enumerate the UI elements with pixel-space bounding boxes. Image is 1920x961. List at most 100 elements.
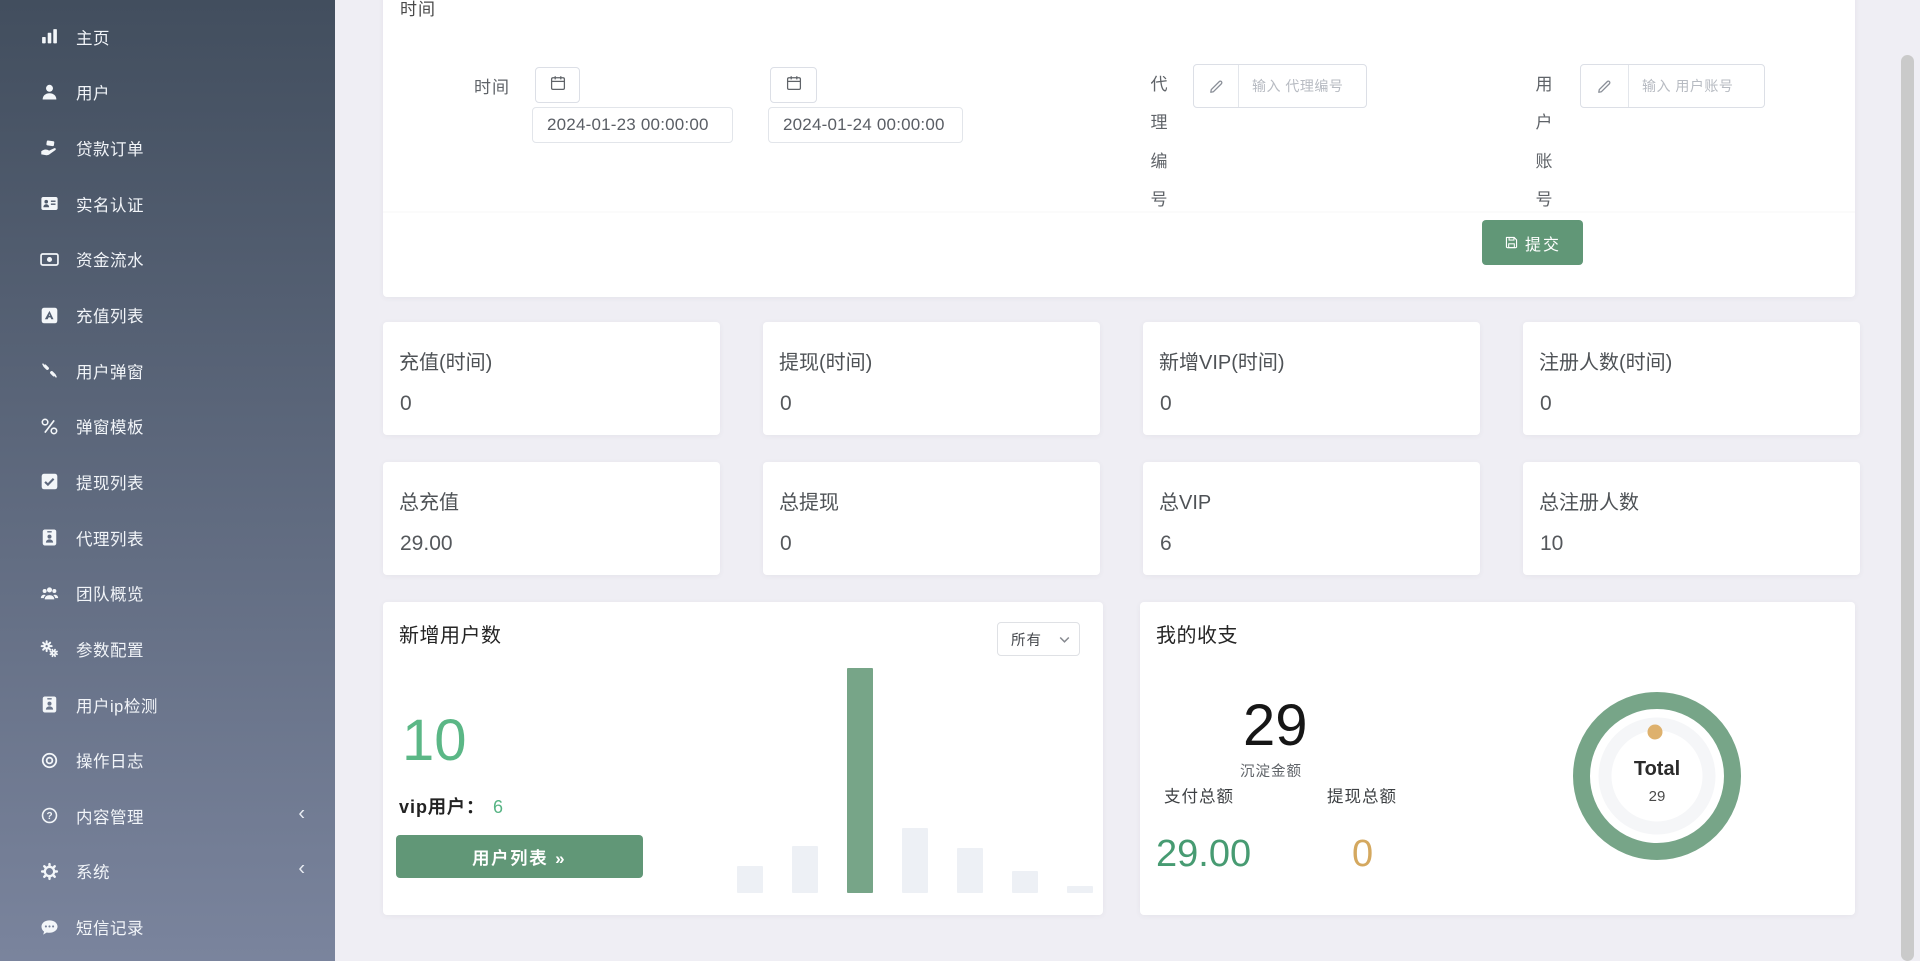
users-group-icon [40, 584, 59, 603]
sidebar-item-label: 用户ip检测 [76, 693, 158, 717]
stat-card-title: 总VIP [1159, 486, 1211, 515]
vault-icon [40, 306, 59, 325]
stat-card: 提现(时间)0 [763, 322, 1100, 435]
sidebar-item-label: 提现列表 [76, 470, 144, 494]
svg-text:?: ? [46, 811, 52, 822]
bar [737, 866, 763, 893]
sidebar-item-label: 贷款订单 [76, 136, 144, 160]
sidebar-item-label: 系统 [76, 859, 110, 883]
new-users-count: 10 [402, 712, 467, 770]
pencil-icon [1194, 65, 1239, 107]
date-to-calendar-button[interactable] [770, 67, 817, 103]
stat-card-value: 0 [780, 532, 792, 556]
vip-users-value: 6 [493, 797, 504, 817]
pencil-icon [1581, 65, 1629, 107]
sidebar-item-label: 代理列表 [76, 526, 144, 550]
check-square-icon [40, 472, 59, 491]
stat-card-title: 充值(时间) [399, 346, 492, 375]
sidebar-item-sms-records[interactable]: 短信记录 [0, 899, 335, 955]
sidebar-item-home[interactable]: 主页 [0, 9, 335, 65]
stat-card-value: 10 [1540, 532, 1563, 556]
sidebar-item-system[interactable]: 系统 ‹ [0, 844, 335, 900]
donut-center-title: Total [1607, 758, 1707, 781]
sidebar-item-label: 短信记录 [76, 915, 144, 939]
sidebar-item-label: 内容管理 [76, 804, 144, 828]
sidebar-item-user-ip-check[interactable]: 用户ip检测 [0, 677, 335, 733]
stat-card-title: 总提现 [779, 486, 839, 515]
stat-card: 总注册人数 10 [1523, 462, 1860, 575]
calendar-icon [550, 75, 566, 96]
chart-bar-icon [40, 27, 59, 46]
pay-total-label: 支付总额 [1164, 783, 1234, 807]
sidebar-item-label: 充值列表 [76, 303, 144, 327]
sidebar: 主页用户贷款订单实名认证资金流水充值列表用户弹窗弹窗模板提现列表代理列表团队概览… [0, 0, 335, 961]
agent-id-placeholder: 输入 代理编号 [1239, 65, 1366, 107]
id-badge-icon [40, 528, 59, 547]
income-card-title: 我的收支 [1156, 619, 1238, 648]
gear-icon [40, 862, 59, 881]
stat-card-value: 29.00 [400, 532, 453, 556]
bar [1012, 871, 1038, 894]
sidebar-item-users[interactable]: 用户 [0, 65, 335, 121]
save-icon [1504, 235, 1519, 250]
user-icon [40, 83, 59, 102]
sidebar-item-label: 团队概览 [76, 581, 144, 605]
filter-select[interactable]: 所有 [997, 622, 1080, 656]
sidebar-item-param-config[interactable]: 参数配置 [0, 621, 335, 677]
stat-card-title: 总注册人数 [1539, 486, 1639, 515]
time-label: 时间 [474, 73, 510, 98]
calendar-icon [786, 75, 802, 96]
sidebar-item-loan-orders[interactable]: 贷款订单 [0, 120, 335, 176]
hand-money-icon [40, 139, 59, 158]
sidebar-item-label: 操作日志 [76, 748, 144, 772]
stat-card: 新增VIP(时间)0 [1143, 322, 1480, 435]
withdraw-slice-dot [1648, 725, 1663, 740]
filter-footer-divider [383, 211, 1855, 213]
sidebar-item-content-mgmt[interactable]: ?内容管理‹ [0, 788, 335, 844]
stat-card-value: 0 [1160, 392, 1172, 416]
chevron-left-icon: ‹ [298, 858, 305, 881]
user-list-button[interactable]: 用户列表 » [396, 835, 643, 878]
pay-total-value: 29.00 [1156, 835, 1251, 873]
date-from-input[interactable]: 2024-01-23 00:00:00 [532, 107, 733, 143]
question-circle-icon: ? [40, 806, 59, 825]
user-account-placeholder: 输入 用户账号 [1629, 65, 1764, 107]
sink-amount-label: 沉淀金额 [1240, 760, 1302, 781]
submit-button[interactable]: 提交 [1482, 220, 1583, 265]
agent-id-field[interactable]: 输入 代理编号 [1193, 64, 1367, 108]
stat-card-title: 注册人数(时间) [1539, 346, 1672, 375]
new-users-card-title: 新增用户数 [399, 619, 502, 648]
comment-icon [40, 918, 59, 937]
bar-highlighted [847, 668, 873, 893]
sidebar-item-withdraw-list[interactable]: 提现列表 [0, 454, 335, 510]
filter-section-title: 时间 [400, 0, 436, 20]
sidebar-item-label: 资金流水 [76, 247, 144, 271]
sidebar-item-funds-flow[interactable]: 资金流水 [0, 232, 335, 288]
withdraw-total-label: 提现总额 [1327, 783, 1397, 807]
sidebar-item-popup-template[interactable]: 弹窗模板 [0, 398, 335, 454]
sidebar-item-user-popup[interactable]: 用户弹窗 [0, 343, 335, 399]
date-from-calendar-button[interactable] [535, 67, 580, 103]
stat-card-value: 6 [1160, 532, 1172, 556]
stat-card: 总提现 0 [763, 462, 1100, 575]
sidebar-item-label: 实名认证 [76, 192, 144, 216]
bar [792, 846, 818, 893]
user-account-field[interactable]: 输入 用户账号 [1580, 64, 1765, 108]
stat-card-value: 0 [780, 392, 792, 416]
circle-dot-icon [40, 751, 59, 770]
scrollbar-thumb[interactable] [1901, 55, 1914, 961]
withdraw-total-value: 0 [1352, 835, 1373, 873]
date-to-input[interactable]: 2024-01-24 00:00:00 [768, 107, 963, 143]
filter-select-value: 所有 [1011, 629, 1042, 650]
gears-icon [40, 639, 59, 658]
vip-users-label: vip用户： [399, 797, 485, 817]
id-badge-icon [40, 695, 59, 714]
chevron-down-icon [1059, 636, 1070, 644]
sidebar-item-real-name[interactable]: 实名认证 [0, 176, 335, 232]
sidebar-item-recharge-list[interactable]: 充值列表 [0, 287, 335, 343]
sidebar-item-agent-list[interactable]: 代理列表 [0, 510, 335, 566]
sidebar-item-operation-log[interactable]: 操作日志 [0, 732, 335, 788]
stat-card: 充值(时间)0 [383, 322, 720, 435]
sidebar-item-team-overview[interactable]: 团队概览 [0, 565, 335, 621]
sidebar-menu: 主页用户贷款订单实名认证资金流水充值列表用户弹窗弹窗模板提现列表代理列表团队概览… [0, 0, 335, 955]
